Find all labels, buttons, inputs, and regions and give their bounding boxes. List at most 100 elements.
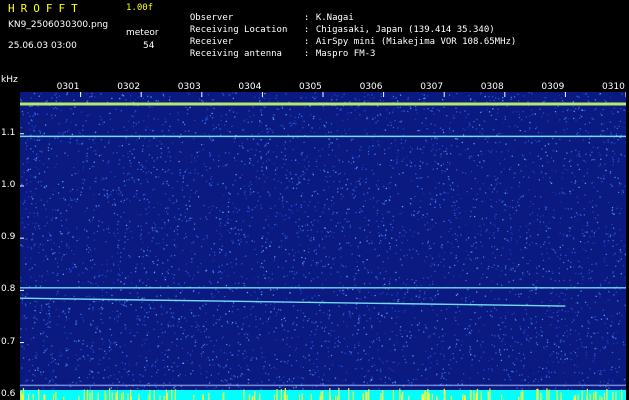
noise-dot — [127, 152, 129, 154]
noise-dot — [487, 150, 490, 152]
noise-dot — [297, 376, 299, 378]
noise-dot — [48, 143, 50, 145]
noise-dot — [47, 303, 49, 305]
noise-dot — [358, 322, 360, 324]
noise-dot — [88, 373, 91, 375]
noise-dot — [424, 291, 426, 293]
noise-dot — [326, 198, 328, 200]
noise-dot — [62, 186, 64, 189]
noise-dot — [303, 120, 305, 123]
noise-dot — [469, 215, 472, 218]
noise-dot — [157, 202, 159, 204]
noise-dot — [485, 217, 488, 219]
noise-dot — [312, 96, 314, 98]
noise-dot — [303, 250, 305, 252]
noise-dot — [328, 138, 330, 140]
noise-dot — [365, 333, 368, 335]
noise-dot — [594, 109, 596, 111]
noise-dot — [550, 182, 553, 185]
noise-dot — [185, 270, 187, 272]
noise-dot — [327, 186, 330, 189]
noise-dot — [37, 369, 39, 371]
noise-dot — [515, 209, 518, 212]
noise-dot — [281, 105, 283, 107]
noise-dot — [275, 314, 277, 317]
noise-dot — [548, 236, 550, 238]
noise-dot — [145, 222, 147, 224]
noise-dot — [401, 206, 404, 208]
noise-dot — [314, 295, 316, 297]
noise-dot — [160, 294, 162, 297]
noise-dot — [288, 217, 290, 219]
noise-dot — [195, 326, 197, 328]
noise-dot — [232, 242, 234, 244]
noise-dot — [229, 251, 231, 253]
noise-dot — [600, 177, 602, 180]
noise-dot — [331, 322, 333, 324]
noise-dot — [426, 222, 429, 224]
noise-dot — [376, 212, 378, 214]
noise-dot — [172, 378, 174, 380]
noise-dot — [551, 169, 553, 171]
noise-dot — [143, 320, 145, 322]
noise-dot — [312, 117, 315, 120]
noise-dot — [113, 198, 115, 200]
noise-dot — [356, 156, 359, 159]
noise-dot — [83, 228, 86, 231]
noise-dot — [266, 128, 268, 130]
noise-dot — [481, 245, 483, 247]
noise-dot — [509, 269, 511, 271]
noise-dot — [303, 377, 305, 380]
noise-dot — [346, 345, 348, 348]
noise-dot — [224, 255, 227, 257]
noise-dot — [27, 216, 29, 218]
noise-dot — [514, 270, 516, 272]
noise-dot — [291, 249, 294, 251]
noise-dot — [547, 161, 549, 164]
noise-dot — [289, 346, 291, 348]
noise-dot — [363, 350, 365, 352]
noise-dot — [548, 257, 550, 260]
noise-dot — [176, 289, 178, 291]
noise-dot — [92, 309, 94, 311]
noise-dot — [321, 379, 324, 381]
noise-dot — [465, 279, 467, 282]
noise-dot — [25, 148, 27, 150]
noise-dot — [354, 325, 356, 327]
noise-dot — [116, 320, 119, 322]
noise-dot — [42, 333, 44, 335]
noise-dot — [456, 293, 459, 295]
noise-dot — [177, 357, 180, 359]
noise-dot — [475, 323, 477, 325]
noise-dot — [78, 274, 80, 276]
noise-dot — [491, 96, 494, 98]
noise-dot — [323, 169, 325, 171]
noise-dot — [183, 282, 186, 284]
noise-dot — [467, 328, 469, 330]
noise-dot — [186, 113, 188, 115]
noise-dot — [457, 193, 459, 196]
noise-dot — [456, 145, 458, 148]
noise-dot — [115, 364, 117, 367]
noise-dot — [141, 164, 143, 166]
noise-dot — [491, 149, 493, 151]
noise-dot — [428, 248, 430, 250]
noise-dot — [350, 183, 352, 185]
noise-dot — [585, 93, 587, 95]
noise-dot — [274, 302, 276, 305]
noise-dot — [535, 242, 537, 245]
noise-dot — [372, 145, 374, 147]
noise-dot — [95, 180, 97, 183]
noise-dot — [315, 262, 318, 264]
noise-dot — [146, 178, 148, 180]
noise-dot — [47, 320, 49, 322]
noise-dot — [325, 133, 327, 135]
noise-dot — [482, 273, 484, 275]
noise-dot — [210, 138, 212, 141]
noise-dot — [391, 226, 394, 229]
noise-dot — [163, 181, 165, 183]
noise-dot — [440, 309, 442, 312]
noise-dot — [328, 332, 330, 335]
noise-dot — [464, 224, 467, 226]
noise-dot — [99, 300, 101, 302]
